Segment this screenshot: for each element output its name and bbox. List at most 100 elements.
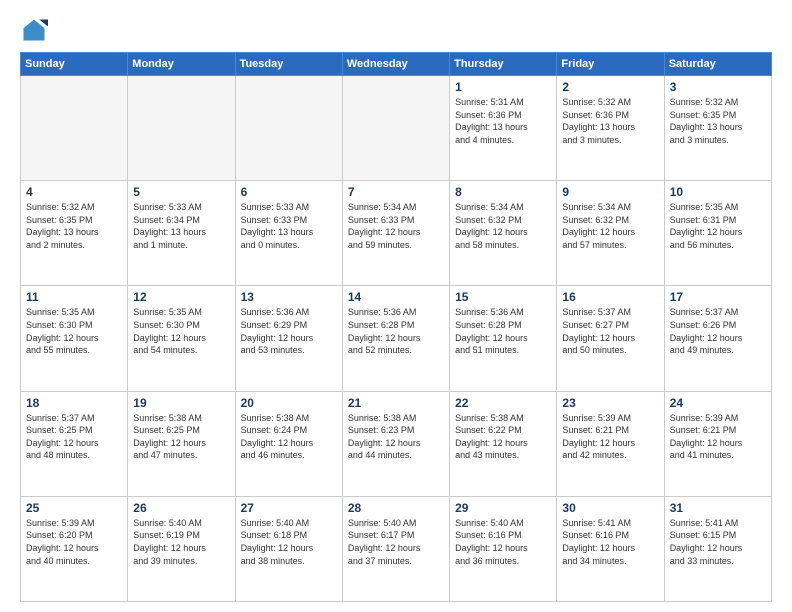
logo: [20, 16, 52, 44]
calendar-cell: 26 Sunrise: 5:40 AM Sunset: 6:19 PM Dayli…: [128, 496, 235, 601]
day-info: Sunrise: 5:33 AM Sunset: 6:34 PM Dayligh…: [133, 201, 229, 251]
calendar-cell: 7 Sunrise: 5:34 AM Sunset: 6:33 PM Daylig…: [342, 181, 449, 286]
calendar-cell: 10 Sunrise: 5:35 AM Sunset: 6:31 PM Dayli…: [664, 181, 771, 286]
day-number: 18: [26, 396, 122, 410]
day-info: Sunrise: 5:32 AM Sunset: 6:36 PM Dayligh…: [562, 96, 658, 146]
calendar-cell: 24 Sunrise: 5:39 AM Sunset: 6:21 PM Dayli…: [664, 391, 771, 496]
day-number: 23: [562, 396, 658, 410]
calendar-cell: 18 Sunrise: 5:37 AM Sunset: 6:25 PM Dayli…: [21, 391, 128, 496]
calendar-cell: 27 Sunrise: 5:40 AM Sunset: 6:18 PM Dayli…: [235, 496, 342, 601]
day-info: Sunrise: 5:37 AM Sunset: 6:26 PM Dayligh…: [670, 306, 766, 356]
day-info: Sunrise: 5:37 AM Sunset: 6:27 PM Dayligh…: [562, 306, 658, 356]
calendar-cell: 8 Sunrise: 5:34 AM Sunset: 6:32 PM Daylig…: [450, 181, 557, 286]
day-number: 26: [133, 501, 229, 515]
calendar-cell: [342, 76, 449, 181]
calendar-cell: [128, 76, 235, 181]
calendar-cell: 5 Sunrise: 5:33 AM Sunset: 6:34 PM Daylig…: [128, 181, 235, 286]
day-number: 11: [26, 290, 122, 304]
day-number: 16: [562, 290, 658, 304]
calendar-week-row: 1 Sunrise: 5:31 AM Sunset: 6:36 PM Daylig…: [21, 76, 772, 181]
day-number: 3: [670, 80, 766, 94]
day-number: 15: [455, 290, 551, 304]
calendar-header-saturday: Saturday: [664, 53, 771, 76]
day-number: 10: [670, 185, 766, 199]
calendar-cell: 22 Sunrise: 5:38 AM Sunset: 6:22 PM Dayli…: [450, 391, 557, 496]
calendar-cell: 2Sunrise: 5:32 AM Sunset: 6:36 PM Daylig…: [557, 76, 664, 181]
calendar-week-row: 11 Sunrise: 5:35 AM Sunset: 6:30 PM Dayli…: [21, 286, 772, 391]
logo-icon: [20, 16, 48, 44]
day-number: 8: [455, 185, 551, 199]
day-info: Sunrise: 5:36 AM Sunset: 6:28 PM Dayligh…: [455, 306, 551, 356]
day-info: Sunrise: 5:40 AM Sunset: 6:18 PM Dayligh…: [241, 517, 337, 567]
day-info: Sunrise: 5:34 AM Sunset: 6:32 PM Dayligh…: [562, 201, 658, 251]
day-number: 29: [455, 501, 551, 515]
day-info: Sunrise: 5:32 AM Sunset: 6:35 PM Dayligh…: [26, 201, 122, 251]
calendar-cell: 1 Sunrise: 5:31 AM Sunset: 6:36 PM Daylig…: [450, 76, 557, 181]
day-info: Sunrise: 5:36 AM Sunset: 6:29 PM Dayligh…: [241, 306, 337, 356]
calendar-header-friday: Friday: [557, 53, 664, 76]
calendar-week-row: 4 Sunrise: 5:32 AM Sunset: 6:35 PM Daylig…: [21, 181, 772, 286]
day-number: 20: [241, 396, 337, 410]
calendar-cell: 28Sunrise: 5:40 AM Sunset: 6:17 PM Dayli…: [342, 496, 449, 601]
day-number: 21: [348, 396, 444, 410]
calendar-cell: 30Sunrise: 5:41 AM Sunset: 6:16 PM Dayli…: [557, 496, 664, 601]
day-info: Sunrise: 5:38 AM Sunset: 6:24 PM Dayligh…: [241, 412, 337, 462]
day-number: 14: [348, 290, 444, 304]
calendar-week-row: 18 Sunrise: 5:37 AM Sunset: 6:25 PM Dayli…: [21, 391, 772, 496]
day-number: 22: [455, 396, 551, 410]
day-number: 4: [26, 185, 122, 199]
day-info: Sunrise: 5:34 AM Sunset: 6:33 PM Dayligh…: [348, 201, 444, 251]
day-info: Sunrise: 5:39 AM Sunset: 6:21 PM Dayligh…: [670, 412, 766, 462]
day-number: 13: [241, 290, 337, 304]
calendar-header-row: SundayMondayTuesdayWednesdayThursdayFrid…: [21, 53, 772, 76]
day-info: Sunrise: 5:35 AM Sunset: 6:30 PM Dayligh…: [26, 306, 122, 356]
calendar-table: SundayMondayTuesdayWednesdayThursdayFrid…: [20, 52, 772, 602]
day-info: Sunrise: 5:38 AM Sunset: 6:25 PM Dayligh…: [133, 412, 229, 462]
day-number: 27: [241, 501, 337, 515]
calendar-header-thursday: Thursday: [450, 53, 557, 76]
day-number: 1: [455, 80, 551, 94]
day-info: Sunrise: 5:37 AM Sunset: 6:25 PM Dayligh…: [26, 412, 122, 462]
day-info: Sunrise: 5:32 AM Sunset: 6:35 PM Dayligh…: [670, 96, 766, 146]
day-info: Sunrise: 5:39 AM Sunset: 6:20 PM Dayligh…: [26, 517, 122, 567]
day-info: Sunrise: 5:31 AM Sunset: 6:36 PM Dayligh…: [455, 96, 551, 146]
calendar-cell: 3 Sunrise: 5:32 AM Sunset: 6:35 PM Daylig…: [664, 76, 771, 181]
calendar-cell: 9 Sunrise: 5:34 AM Sunset: 6:32 PM Daylig…: [557, 181, 664, 286]
day-info: Sunrise: 5:40 AM Sunset: 6:16 PM Dayligh…: [455, 517, 551, 567]
day-info: Sunrise: 5:35 AM Sunset: 6:30 PM Dayligh…: [133, 306, 229, 356]
header: [20, 16, 772, 44]
calendar-cell: 19 Sunrise: 5:38 AM Sunset: 6:25 PM Dayli…: [128, 391, 235, 496]
calendar-week-row: 25 Sunrise: 5:39 AM Sunset: 6:20 PM Dayli…: [21, 496, 772, 601]
calendar-cell: 23 Sunrise: 5:39 AM Sunset: 6:21 PM Dayli…: [557, 391, 664, 496]
day-number: 5: [133, 185, 229, 199]
calendar-header-sunday: Sunday: [21, 53, 128, 76]
calendar-header-monday: Monday: [128, 53, 235, 76]
day-info: Sunrise: 5:40 AM Sunset: 6:19 PM Dayligh…: [133, 517, 229, 567]
calendar-cell: 17 Sunrise: 5:37 AM Sunset: 6:26 PM Dayli…: [664, 286, 771, 391]
calendar-cell: 25 Sunrise: 5:39 AM Sunset: 6:20 PM Dayli…: [21, 496, 128, 601]
page: SundayMondayTuesdayWednesdayThursdayFrid…: [0, 0, 792, 612]
day-info: Sunrise: 5:40 AM Sunset: 6:17 PM Dayligh…: [348, 517, 444, 567]
day-info: Sunrise: 5:38 AM Sunset: 6:22 PM Dayligh…: [455, 412, 551, 462]
day-info: Sunrise: 5:41 AM Sunset: 6:15 PM Dayligh…: [670, 517, 766, 567]
day-number: 24: [670, 396, 766, 410]
calendar-cell: 4 Sunrise: 5:32 AM Sunset: 6:35 PM Daylig…: [21, 181, 128, 286]
calendar-header-wednesday: Wednesday: [342, 53, 449, 76]
day-info: Sunrise: 5:35 AM Sunset: 6:31 PM Dayligh…: [670, 201, 766, 251]
calendar-cell: 16 Sunrise: 5:37 AM Sunset: 6:27 PM Dayli…: [557, 286, 664, 391]
day-number: 30: [562, 501, 658, 515]
calendar-cell: 15 Sunrise: 5:36 AM Sunset: 6:28 PM Dayli…: [450, 286, 557, 391]
day-number: 17: [670, 290, 766, 304]
day-number: 12: [133, 290, 229, 304]
day-number: 19: [133, 396, 229, 410]
day-number: 25: [26, 501, 122, 515]
calendar-cell: 29 Sunrise: 5:40 AM Sunset: 6:16 PM Dayli…: [450, 496, 557, 601]
calendar-cell: 6Sunrise: 5:33 AM Sunset: 6:33 PM Daylig…: [235, 181, 342, 286]
day-number: 6: [241, 185, 337, 199]
calendar-cell: 21Sunrise: 5:38 AM Sunset: 6:23 PM Dayli…: [342, 391, 449, 496]
day-number: 31: [670, 501, 766, 515]
day-info: Sunrise: 5:34 AM Sunset: 6:32 PM Dayligh…: [455, 201, 551, 251]
day-number: 9: [562, 185, 658, 199]
day-info: Sunrise: 5:39 AM Sunset: 6:21 PM Dayligh…: [562, 412, 658, 462]
day-number: 7: [348, 185, 444, 199]
